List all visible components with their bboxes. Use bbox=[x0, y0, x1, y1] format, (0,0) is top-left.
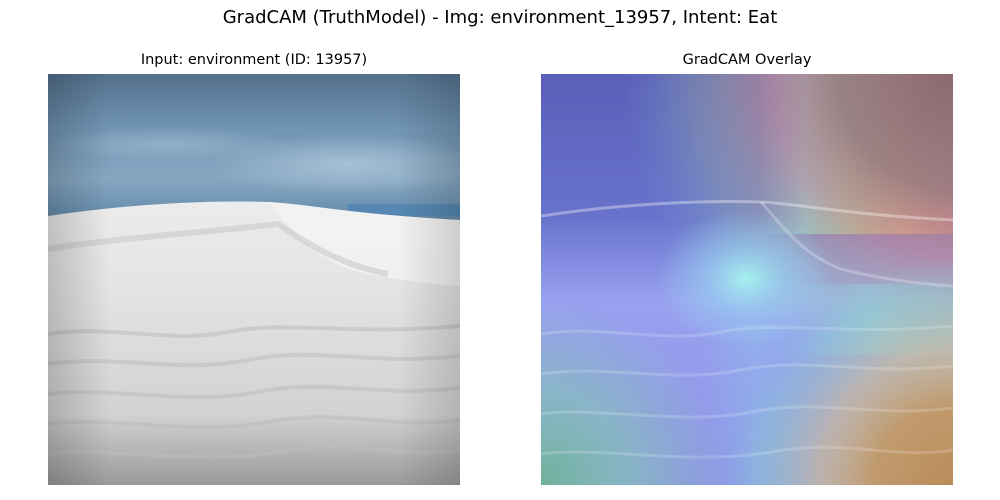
input-image bbox=[48, 74, 460, 485]
figure-title: GradCAM (TruthModel) - Img: environment_… bbox=[222, 7, 778, 28]
gradcam-overlay-image bbox=[541, 74, 953, 485]
overlay-panel-title: GradCAM Overlay bbox=[682, 52, 812, 68]
input-panel-title: Input: environment (ID: 13957) bbox=[140, 52, 368, 68]
